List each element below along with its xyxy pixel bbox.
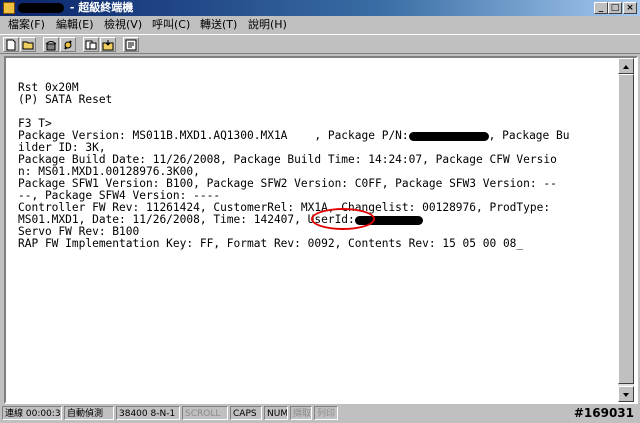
toolbar bbox=[0, 34, 640, 54]
menu-file[interactable]: 檔案(F) bbox=[8, 16, 45, 34]
watermark-id: #169031 bbox=[573, 406, 634, 420]
status-print-echo: 列印 bbox=[314, 406, 338, 420]
status-scroll-lock: SCROLL bbox=[182, 406, 228, 420]
status-port-settings: 38400 8-N-1 bbox=[116, 406, 180, 420]
dial-icon[interactable] bbox=[43, 37, 59, 52]
status-num-lock: NUM bbox=[264, 406, 288, 420]
menu-edit[interactable]: 編輯(E) bbox=[56, 16, 94, 34]
scroll-down-arrow-icon[interactable] bbox=[618, 386, 634, 402]
status-caps-lock: CAPS bbox=[230, 406, 262, 420]
status-capture: 擷取 bbox=[290, 406, 312, 420]
minimize-button[interactable]: _ bbox=[594, 2, 608, 14]
terminal-screen[interactable]: Rst 0x20M (P) SATA Reset F3 T> Package V… bbox=[8, 58, 618, 402]
new-icon[interactable] bbox=[3, 37, 19, 52]
redacted-session-name bbox=[18, 3, 64, 13]
window-title: - 超級終端機 bbox=[66, 1, 134, 14]
receive-icon[interactable] bbox=[100, 37, 116, 52]
menu-transfer[interactable]: 轉送(T) bbox=[200, 16, 237, 34]
status-bar: 連線 00:00:38 自動偵測 38400 8-N-1 SCROLL CAPS… bbox=[0, 405, 640, 423]
terminal-line: (P) SATA Reset bbox=[18, 93, 113, 106]
open-icon[interactable] bbox=[20, 37, 36, 52]
menu-help[interactable]: 說明(H) bbox=[248, 16, 287, 34]
menu-view[interactable]: 檢視(V) bbox=[104, 16, 142, 34]
status-connected-time: 連線 00:00:38 bbox=[2, 406, 62, 420]
redacted-package-pn bbox=[408, 131, 489, 141]
hyperterminal-app-icon[interactable] bbox=[3, 2, 15, 14]
maximize-button[interactable]: □ bbox=[608, 2, 622, 14]
menu-call[interactable]: 呼叫(C) bbox=[152, 16, 190, 34]
close-button[interactable]: × bbox=[623, 2, 637, 14]
title-bar[interactable]: - 超級終端機 _ □ × bbox=[0, 0, 640, 16]
vertical-scrollbar[interactable] bbox=[618, 58, 634, 402]
menu-bar: 檔案(F) 編輯(E) 檢視(V) 呼叫(C) 轉送(T) 說明(H) bbox=[0, 16, 640, 34]
highlight-circle-mx1a bbox=[311, 208, 375, 230]
properties-icon[interactable] bbox=[123, 37, 139, 52]
scroll-thumb[interactable] bbox=[618, 74, 634, 384]
terminal-frame: Rst 0x20M (P) SATA Reset F3 T> Package V… bbox=[4, 56, 638, 404]
status-auto-detect: 自動偵測 bbox=[64, 406, 114, 420]
terminal-line: RAP FW Implementation Key: FF, Format Re… bbox=[18, 237, 524, 250]
send-icon[interactable] bbox=[83, 37, 99, 52]
scroll-up-arrow-icon[interactable] bbox=[618, 58, 634, 74]
disconnect-icon[interactable] bbox=[60, 37, 76, 52]
package-builder-text: , Package Bu bbox=[488, 129, 570, 142]
